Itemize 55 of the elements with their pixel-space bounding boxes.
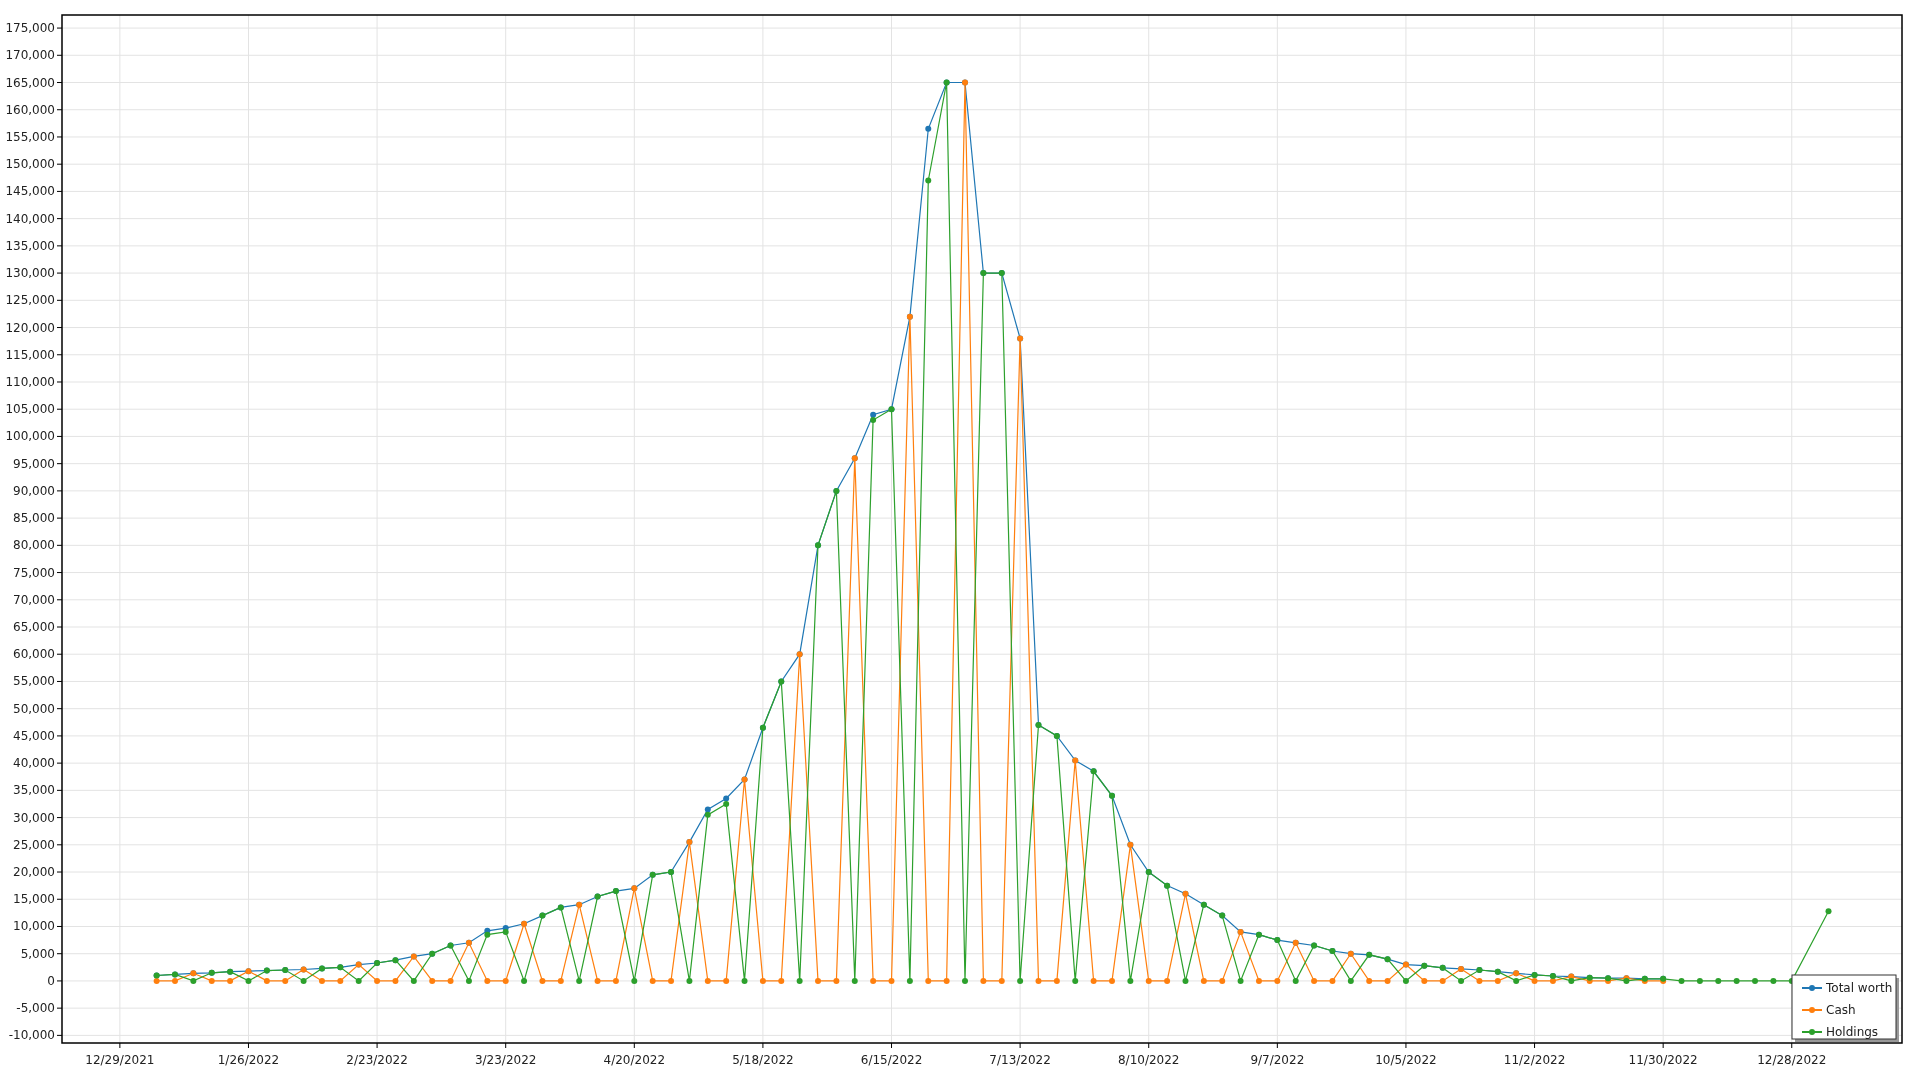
y-axis-label: 25,000 bbox=[13, 837, 55, 852]
y-axis-label: 110,000 bbox=[5, 375, 55, 389]
y-axis-label: 90,000 bbox=[13, 483, 55, 498]
y-axis-label: -5,000 bbox=[16, 1001, 55, 1016]
x-axis-label: 10/5/2022 bbox=[1375, 1053, 1437, 1067]
x-axis-label: 9/7/2022 bbox=[1250, 1053, 1305, 1067]
y-axis-label: 140,000 bbox=[5, 211, 55, 226]
y-axis-label: 60,000 bbox=[13, 647, 55, 662]
y-axis-label: 20,000 bbox=[13, 865, 55, 880]
y-axis-label: 40,000 bbox=[13, 756, 55, 771]
x-axis-label: 12/29/2021 bbox=[85, 1053, 155, 1067]
y-axis-label: 55,000 bbox=[13, 674, 55, 689]
y-axis-label: 45,000 bbox=[13, 728, 55, 743]
y-axis-label: 160,000 bbox=[5, 102, 55, 117]
y-axis-label: 70,000 bbox=[13, 592, 55, 607]
x-axis-label: 12/28/2022 bbox=[1757, 1053, 1827, 1067]
y-axis-label: 75,000 bbox=[13, 565, 55, 580]
x-axis-label: 2/23/2022 bbox=[346, 1053, 408, 1067]
y-axis-label: 95,000 bbox=[13, 456, 55, 471]
y-axis-label: 155,000 bbox=[5, 129, 55, 144]
legend-label: Total worth bbox=[1826, 981, 1893, 995]
y-axis-label: 105,000 bbox=[5, 402, 55, 417]
x-axis-label: 6/15/2022 bbox=[860, 1053, 923, 1067]
y-axis-label: 15,000 bbox=[13, 892, 55, 907]
y-axis-label: 115,000 bbox=[5, 347, 55, 362]
y-axis-label: 85,000 bbox=[13, 511, 55, 526]
y-axis-label: 120,000 bbox=[5, 320, 55, 335]
x-axis-label: 8/10/2022 bbox=[1117, 1053, 1180, 1067]
y-axis-label: 10,000 bbox=[13, 919, 55, 934]
y-axis-label: 125,000 bbox=[5, 293, 55, 308]
y-axis-label: 150,000 bbox=[5, 157, 55, 172]
x-axis-label: 11/30/2022 bbox=[1628, 1053, 1698, 1067]
y-axis-label: 175,000 bbox=[5, 21, 55, 36]
x-axis-label: 4/20/2022 bbox=[603, 1053, 666, 1067]
y-axis-label: 145,000 bbox=[5, 184, 55, 199]
y-axis-label: 135,000 bbox=[5, 238, 55, 253]
y-axis-label: 65,000 bbox=[13, 620, 55, 634]
x-axis-label: 5/18/2022 bbox=[732, 1053, 794, 1067]
legend-label: Holdings bbox=[1826, 1025, 1879, 1039]
y-axis-label: 130,000 bbox=[5, 266, 55, 281]
y-axis-label: 5,000 bbox=[20, 946, 55, 961]
x-axis-label: 1/26/2022 bbox=[217, 1053, 280, 1067]
y-axis-label: 30,000 bbox=[13, 810, 55, 825]
y-axis-label: 165,000 bbox=[5, 75, 55, 90]
y-axis-label: -10,000 bbox=[8, 1028, 55, 1043]
y-axis-label: 0 bbox=[47, 973, 55, 988]
y-axis-label: 35,000 bbox=[13, 783, 55, 798]
legend-label: Cash bbox=[1826, 1003, 1856, 1017]
y-axis-label: 100,000 bbox=[5, 429, 55, 444]
x-axis-label: 3/23/2022 bbox=[474, 1053, 537, 1067]
x-axis-label: 7/13/2022 bbox=[989, 1053, 1051, 1067]
y-axis-label: 50,000 bbox=[13, 701, 55, 716]
y-axis-label: 170,000 bbox=[5, 48, 55, 63]
y-axis-label: 80,000 bbox=[13, 538, 55, 553]
x-axis-label: 11/2/2022 bbox=[1503, 1053, 1566, 1067]
